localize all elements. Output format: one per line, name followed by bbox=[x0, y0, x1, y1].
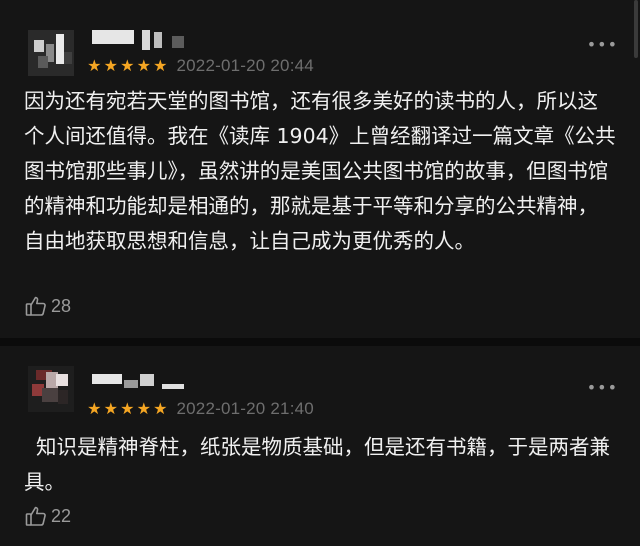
thumbs-up-icon bbox=[25, 506, 46, 526]
more-icon[interactable]: ••• bbox=[587, 37, 618, 53]
star-icon: ★ bbox=[103, 56, 118, 75]
star-icon: ★ bbox=[120, 399, 135, 418]
comment-text: 因为还有宛若天堂的图书馆，还有很多美好的读书的人，所以这个人间还值得。我在《读库… bbox=[24, 89, 616, 253]
avatar[interactable] bbox=[28, 366, 74, 412]
comment-meta: ★ ★ ★ ★ ★ 2022-01-20 20:44 bbox=[86, 55, 314, 77]
star-icon: ★ bbox=[87, 56, 102, 75]
comment-date: 2022-01-20 20:44 bbox=[176, 56, 314, 75]
comment-card: ★ ★ ★ ★ ★ 2022-01-20 21:40 ••• 知识是精神脊柱，纸… bbox=[0, 346, 640, 546]
rating-stars: ★ ★ ★ ★ ★ bbox=[86, 399, 169, 419]
comment-date: 2022-01-20 21:40 bbox=[176, 399, 314, 418]
avatar[interactable] bbox=[28, 30, 74, 76]
star-icon: ★ bbox=[153, 399, 168, 418]
divider bbox=[0, 338, 640, 346]
like-button[interactable]: 28 bbox=[24, 294, 71, 318]
star-icon: ★ bbox=[87, 399, 102, 418]
like-count: 28 bbox=[51, 295, 72, 316]
thumbs-up-icon bbox=[25, 296, 46, 316]
like-button[interactable]: 22 bbox=[24, 504, 71, 528]
star-icon: ★ bbox=[153, 56, 168, 75]
comment-meta: ★ ★ ★ ★ ★ 2022-01-20 21:40 bbox=[86, 398, 314, 420]
star-icon: ★ bbox=[136, 399, 151, 418]
star-icon: ★ bbox=[103, 399, 118, 418]
comments-page: ★ ★ ★ ★ ★ 2022-01-20 20:44 ••• 因为还有宛若天堂的… bbox=[0, 0, 640, 546]
more-icon[interactable]: ••• bbox=[587, 380, 618, 396]
star-icon: ★ bbox=[136, 56, 151, 75]
like-count: 22 bbox=[51, 505, 72, 526]
comment-text: 知识是精神脊柱，纸张是物质基础，但是还有书籍，于是两者兼具。 bbox=[24, 435, 610, 494]
rating-stars: ★ ★ ★ ★ ★ bbox=[86, 56, 169, 76]
star-icon: ★ bbox=[120, 56, 135, 75]
comment-card: ★ ★ ★ ★ ★ 2022-01-20 20:44 ••• 因为还有宛若天堂的… bbox=[0, 0, 640, 338]
